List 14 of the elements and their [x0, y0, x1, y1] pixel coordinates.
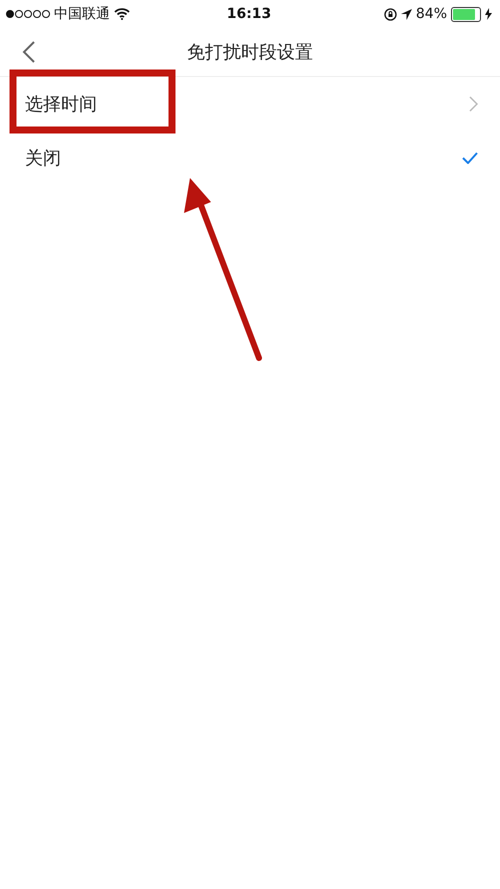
row-label: 关闭: [25, 147, 61, 170]
location-arrow-icon: [400, 8, 412, 20]
rotation-lock-icon: [384, 8, 397, 20]
clock-time: 16:13: [226, 6, 272, 22]
settings-row[interactable]: 选择时间: [0, 77, 500, 131]
wifi-icon: [114, 8, 130, 20]
carrier-name: 中国联通: [54, 5, 110, 23]
chevron-icon: [469, 96, 478, 112]
checkmark-icon: [462, 152, 478, 164]
row-label: 选择时间: [25, 93, 97, 116]
page-title: 免打扰时段设置: [186, 41, 314, 64]
settings-row[interactable]: 关闭: [0, 131, 500, 185]
battery-percent: 84%: [416, 6, 448, 22]
battery-icon: [451, 6, 482, 22]
